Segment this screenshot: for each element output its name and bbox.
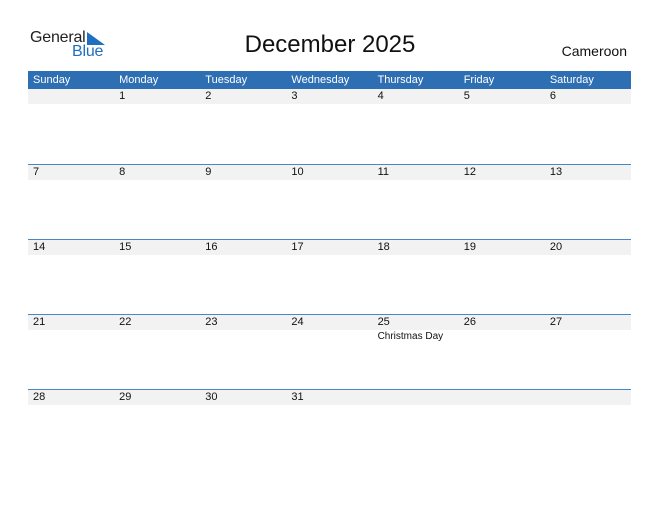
- day-cell: 15: [114, 240, 200, 300]
- day-number: 12: [463, 166, 476, 178]
- day-number: 2: [205, 90, 212, 102]
- weekday-wednesday: Wednesday: [291, 74, 350, 86]
- week-cells: 21 22 23 24 25 Christmas Day 26 27: [28, 315, 631, 375]
- weekday-thursday: Thursday: [377, 74, 424, 86]
- day-cell: 18: [373, 240, 459, 300]
- weekday-header: Sunday Monday Tuesday Wednesday Thursday…: [28, 71, 631, 89]
- day-number: 24: [291, 316, 304, 328]
- day-cell: 13: [545, 165, 631, 225]
- day-cell: [459, 390, 545, 450]
- country-label: Cameroon: [561, 43, 627, 59]
- day-number: 30: [205, 391, 218, 403]
- day-cell: 9: [200, 165, 286, 225]
- day-cell: 28: [28, 390, 114, 450]
- day-cell: [28, 89, 114, 149]
- week-row: 21 22 23 24 25 Christmas Day 26 27: [28, 314, 631, 390]
- day-number: 31: [291, 391, 304, 403]
- weekday-saturday: Saturday: [549, 74, 594, 86]
- day-number: 15: [119, 241, 132, 253]
- day-cell: 17: [286, 240, 372, 300]
- day-number: 28: [33, 391, 46, 403]
- day-number: 10: [291, 166, 304, 178]
- day-cell: 27: [545, 315, 631, 375]
- day-cell: 3: [286, 89, 372, 149]
- day-cell: 21: [28, 315, 114, 375]
- day-number: 8: [119, 166, 126, 178]
- day-number: 13: [549, 166, 563, 178]
- day-number: 27: [549, 316, 563, 328]
- day-cell: 25 Christmas Day: [373, 315, 459, 375]
- day-number: 1: [119, 90, 126, 102]
- week-row: 7 8 9 10 11 12 13: [28, 164, 631, 240]
- day-number: 29: [119, 391, 132, 403]
- day-number: 7: [33, 166, 40, 178]
- day-cell: [373, 390, 459, 450]
- day-cell: 26: [459, 315, 545, 375]
- day-number: 25: [377, 316, 390, 328]
- day-cell: 6: [545, 89, 631, 149]
- day-cell: 24: [286, 315, 372, 375]
- day-number: 17: [291, 241, 304, 253]
- week-row: 14 15 16 17 18 19 20: [28, 239, 631, 315]
- day-cell: [545, 390, 631, 450]
- day-number: 9: [205, 166, 212, 178]
- week-cells: 28 29 30 31: [28, 390, 631, 450]
- weekday-tuesday: Tuesday: [205, 74, 248, 86]
- day-number: 20: [549, 241, 563, 253]
- day-cell: 31: [286, 390, 372, 450]
- day-number: 18: [377, 241, 390, 253]
- day-number: 14: [33, 241, 46, 253]
- week-row: 1 2 3 4 5 6: [28, 89, 631, 164]
- day-cell: 11: [373, 165, 459, 225]
- day-cell: 23: [200, 315, 286, 375]
- day-cell: 2: [200, 89, 286, 149]
- day-cell: 22: [114, 315, 200, 375]
- day-number: 21: [33, 316, 46, 328]
- weekday-friday: Friday: [463, 74, 495, 86]
- week-row: 28 29 30 31: [28, 389, 631, 465]
- weekday-sunday: Sunday: [33, 74, 71, 86]
- day-cell: 30: [200, 390, 286, 450]
- day-cell: 14: [28, 240, 114, 300]
- day-cell: 8: [114, 165, 200, 225]
- day-number: 23: [205, 316, 218, 328]
- day-cell: 20: [545, 240, 631, 300]
- day-cell: 10: [286, 165, 372, 225]
- day-cell: 7: [28, 165, 114, 225]
- day-cell: 29: [114, 390, 200, 450]
- weekday-monday: Monday: [119, 74, 159, 86]
- day-cell: 4: [373, 89, 459, 149]
- day-number: 3: [291, 90, 298, 102]
- day-number: 5: [463, 90, 470, 102]
- day-number: 6: [549, 90, 556, 102]
- holiday-label: Christmas Day: [377, 331, 444, 342]
- week-cells: 7 8 9 10 11 12 13: [28, 165, 631, 225]
- day-number: 11: [377, 166, 389, 178]
- week-cells: 14 15 16 17 18 19 20: [28, 240, 631, 300]
- day-number: 22: [119, 316, 132, 328]
- day-number: 19: [463, 241, 476, 253]
- day-number: 26: [463, 316, 476, 328]
- day-cell: 16: [200, 240, 286, 300]
- day-cell: 19: [459, 240, 545, 300]
- day-cell: 1: [114, 89, 200, 149]
- day-cell: 12: [459, 165, 545, 225]
- day-number: 4: [377, 90, 384, 102]
- day-number: 16: [205, 241, 218, 253]
- day-cell: 5: [459, 89, 545, 149]
- week-cells: 1 2 3 4 5 6: [28, 89, 631, 149]
